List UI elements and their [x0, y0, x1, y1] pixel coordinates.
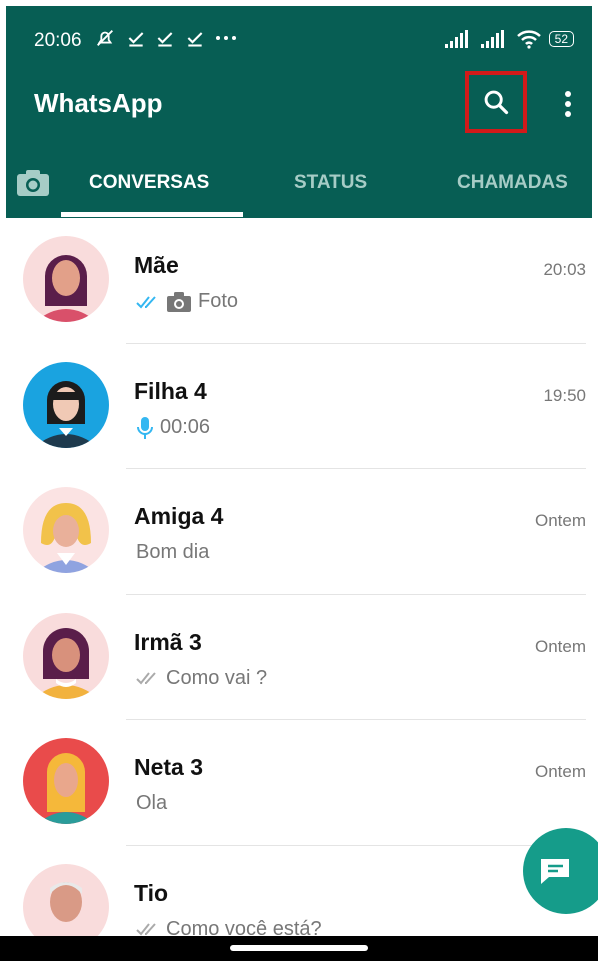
avatar: [23, 236, 109, 322]
double-check-gray-icon: [136, 672, 156, 685]
system-indicators: 52: [444, 28, 574, 50]
notification-icons: [94, 26, 238, 49]
chat-row[interactable]: Filha 4 19:50 00:06: [6, 344, 592, 469]
tab-bar: CONVERSAS STATUS CHAMADAS: [6, 156, 592, 218]
microphone-icon: [137, 416, 153, 439]
chat-preview: Foto: [136, 290, 238, 313]
wifi-icon: [516, 30, 541, 49]
chat-row[interactable]: Amiga 4 Ontem Bom dia: [6, 469, 592, 595]
search-highlight-box: [465, 71, 527, 133]
active-tab-indicator: [61, 212, 243, 217]
app-frame: 20:06 52 WhatsApp CONVERSAS STATUS CHAMA…: [6, 6, 592, 955]
signal-icon: [480, 30, 504, 48]
chat-preview-text: 00:06: [160, 416, 211, 438]
chat-preview-text: Ola: [136, 792, 168, 814]
chat-time: 19:50: [543, 385, 586, 405]
tab-conversas[interactable]: CONVERSAS: [89, 172, 209, 194]
chat-time: Ontem: [534, 511, 586, 530]
more-dots-icon: [216, 35, 237, 40]
tab-status[interactable]: STATUS: [294, 172, 367, 194]
muted-bell-icon: [97, 29, 113, 46]
chat-row[interactable]: Irmã 3 Ontem Como vai ?: [6, 595, 592, 720]
battery-indicator: 52: [548, 31, 574, 47]
chat-preview-text: Como vai ?: [166, 666, 268, 689]
chat-preview-text: Bom dia: [136, 541, 210, 563]
chat-time: Ontem: [534, 636, 586, 656]
chat-name: Tio: [134, 879, 169, 906]
avatar: [23, 738, 109, 824]
download-check-icon: [187, 31, 203, 47]
chat-time: Ontem: [534, 762, 586, 781]
new-chat-icon: [541, 859, 569, 884]
chat-name: Filha 4: [134, 377, 207, 404]
chat-name: Neta 3: [134, 754, 204, 780]
download-check-icon: [128, 31, 143, 47]
chat-name: Amiga 4: [134, 503, 224, 529]
app-bar: 20:06 52 WhatsApp CONVERSAS STATUS CHAMA…: [6, 6, 592, 218]
chat-time: 20:03: [543, 260, 586, 279]
double-check-blue-icon: [136, 295, 156, 308]
chat-preview: Bom dia: [136, 541, 209, 564]
chat-preview: 00:06: [136, 416, 210, 440]
chat-list: Mãe 20:03 Foto Filha 4 19:50 00:06 Amiga…: [6, 218, 592, 955]
chat-name: Irmã 3: [134, 628, 202, 655]
chat-row[interactable]: Mãe 20:03 Foto: [6, 218, 592, 344]
chat-preview: Ola: [136, 792, 167, 815]
avatar: [23, 612, 109, 699]
chat-preview: Como vai ?: [136, 667, 267, 690]
signal-icon: [444, 30, 468, 48]
chat-name: Mãe: [134, 252, 179, 278]
chat-preview-text: Foto: [198, 290, 239, 312]
status-bar: 20:06 52: [6, 6, 592, 70]
home-indicator[interactable]: [230, 945, 368, 951]
status-time: 20:06: [34, 30, 82, 51]
download-check-icon: [157, 31, 173, 47]
chat-row[interactable]: Neta 3 Ontem Ola: [6, 720, 592, 846]
avatar: [23, 361, 109, 448]
double-check-gray-icon: [136, 923, 156, 936]
tab-chamadas[interactable]: CHAMADAS: [457, 172, 568, 194]
avatar: [23, 487, 109, 573]
camera-icon: [167, 291, 191, 312]
app-title: WhatsApp: [34, 88, 163, 118]
more-options-button[interactable]: [556, 86, 580, 122]
more-vertical-icon: [565, 91, 571, 117]
